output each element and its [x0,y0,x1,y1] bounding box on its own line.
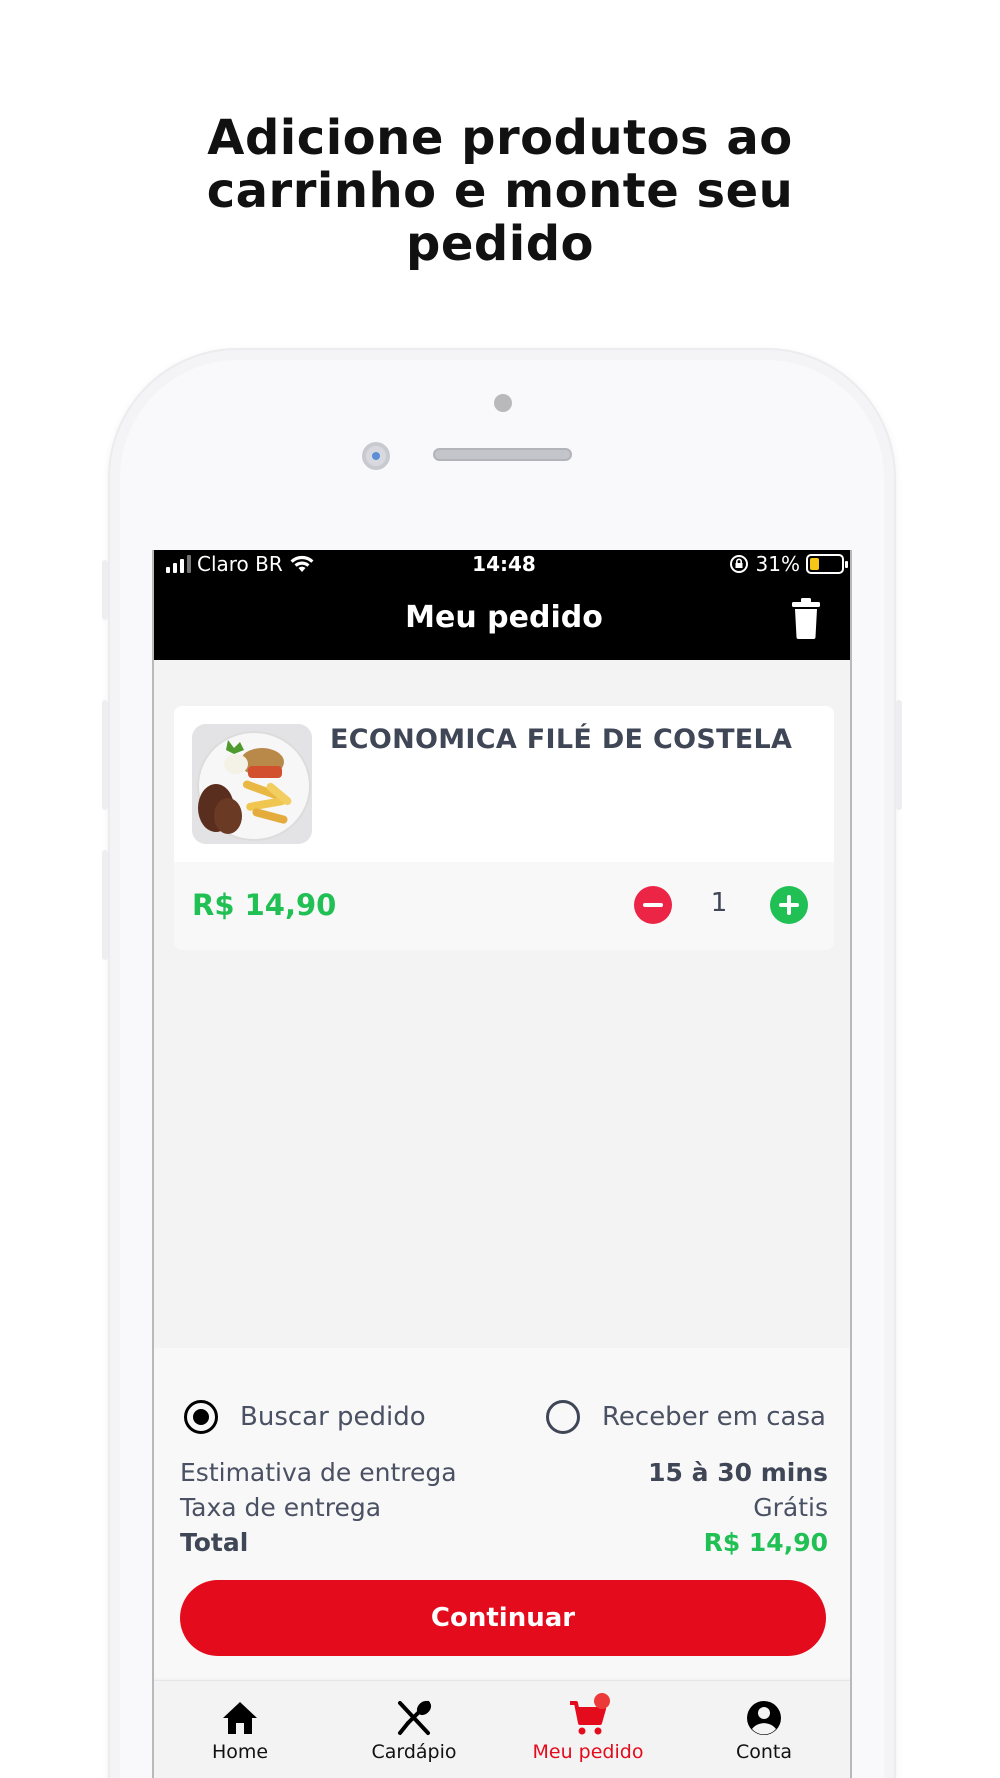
trash-icon [792,598,820,639]
cart-item-price: R$ 14,90 [192,888,337,922]
home-delivery-radio[interactable] [546,1400,580,1434]
bottom-tab-bar: Home Cardápio Meu pedido Conta [154,1680,850,1778]
proximity-sensor [494,394,512,412]
checkout-panel: Buscar pedido Receber em casa Estimativa… [154,1348,850,1678]
page-title: Meu pedido [405,600,603,635]
battery-level-fill [810,558,819,570]
tab-meu-pedido-label: Meu pedido [532,1741,644,1763]
continue-button[interactable]: Continuar [180,1580,826,1656]
fee-value: Grátis [753,1493,828,1522]
tab-conta-label: Conta [735,1741,793,1763]
home-icon [223,1702,257,1734]
status-bar: Claro BR 14:48 31% [154,550,850,578]
tab-home[interactable]: Home [180,1699,300,1763]
tab-home-label: Home [211,1741,269,1763]
earpiece-speaker [433,448,572,461]
tab-conta[interactable]: Conta [704,1699,824,1763]
phone-volume-down [102,850,108,960]
estimate-value: 15 à 30 mins [648,1458,828,1487]
headline: Adicione produtos ao carrinho e monte se… [0,112,1000,271]
battery-percent: 31% [755,552,800,576]
increase-quantity-button[interactable] [770,886,808,924]
tab-cardapio[interactable]: Cardápio [354,1699,474,1763]
status-right: 31% [728,552,848,576]
estimate-row: Estimativa de entrega 15 à 30 mins [180,1458,828,1487]
clear-cart-button[interactable] [786,596,826,640]
cart-item-card[interactable]: ECONOMICA FILÉ DE COSTELA R$ 14,90 1 [174,706,834,950]
option-home-delivery[interactable]: Receber em casa [546,1400,826,1434]
headline-line-2: carrinho e monte seu [206,163,794,219]
quantity-value: 1 [710,888,728,918]
total-value: R$ 14,90 [703,1528,828,1557]
total-row: Total R$ 14,90 [180,1528,828,1557]
tab-cardapio-label: Cardápio [371,1741,457,1763]
phone-power-button [896,700,902,810]
pickup-label: Buscar pedido [240,1402,426,1432]
headline-line-1: Adicione produtos ao [207,110,793,166]
total-label: Total [180,1528,249,1557]
home-delivery-label: Receber em casa [602,1402,826,1432]
pickup-radio[interactable] [184,1400,218,1434]
fee-row: Taxa de entrega Grátis [180,1493,828,1522]
decrease-quantity-button[interactable] [634,886,672,924]
utensils-icon [398,1700,432,1735]
cart-badge-dot [594,1693,610,1709]
headline-line-3: pedido [405,216,595,272]
orientation-lock-icon [729,555,748,573]
front-camera [362,442,390,470]
app-screen: Claro BR 14:48 31% Meu pedido ECONOMICA … [152,550,852,1778]
fee-label: Taxa de entrega [180,1493,382,1522]
header-bar: Meu pedido [154,578,850,660]
option-pickup[interactable]: Buscar pedido [184,1400,426,1434]
phone-volume-up [102,700,108,810]
phone-silent-switch [102,560,108,620]
estimate-label: Estimativa de entrega [180,1458,457,1487]
battery-icon [806,554,848,574]
tab-meu-pedido[interactable]: Meu pedido [528,1693,648,1763]
food-plate-image [192,724,312,844]
cart-item-name: ECONOMICA FILÉ DE COSTELA [330,724,793,755]
account-icon [747,1701,781,1735]
